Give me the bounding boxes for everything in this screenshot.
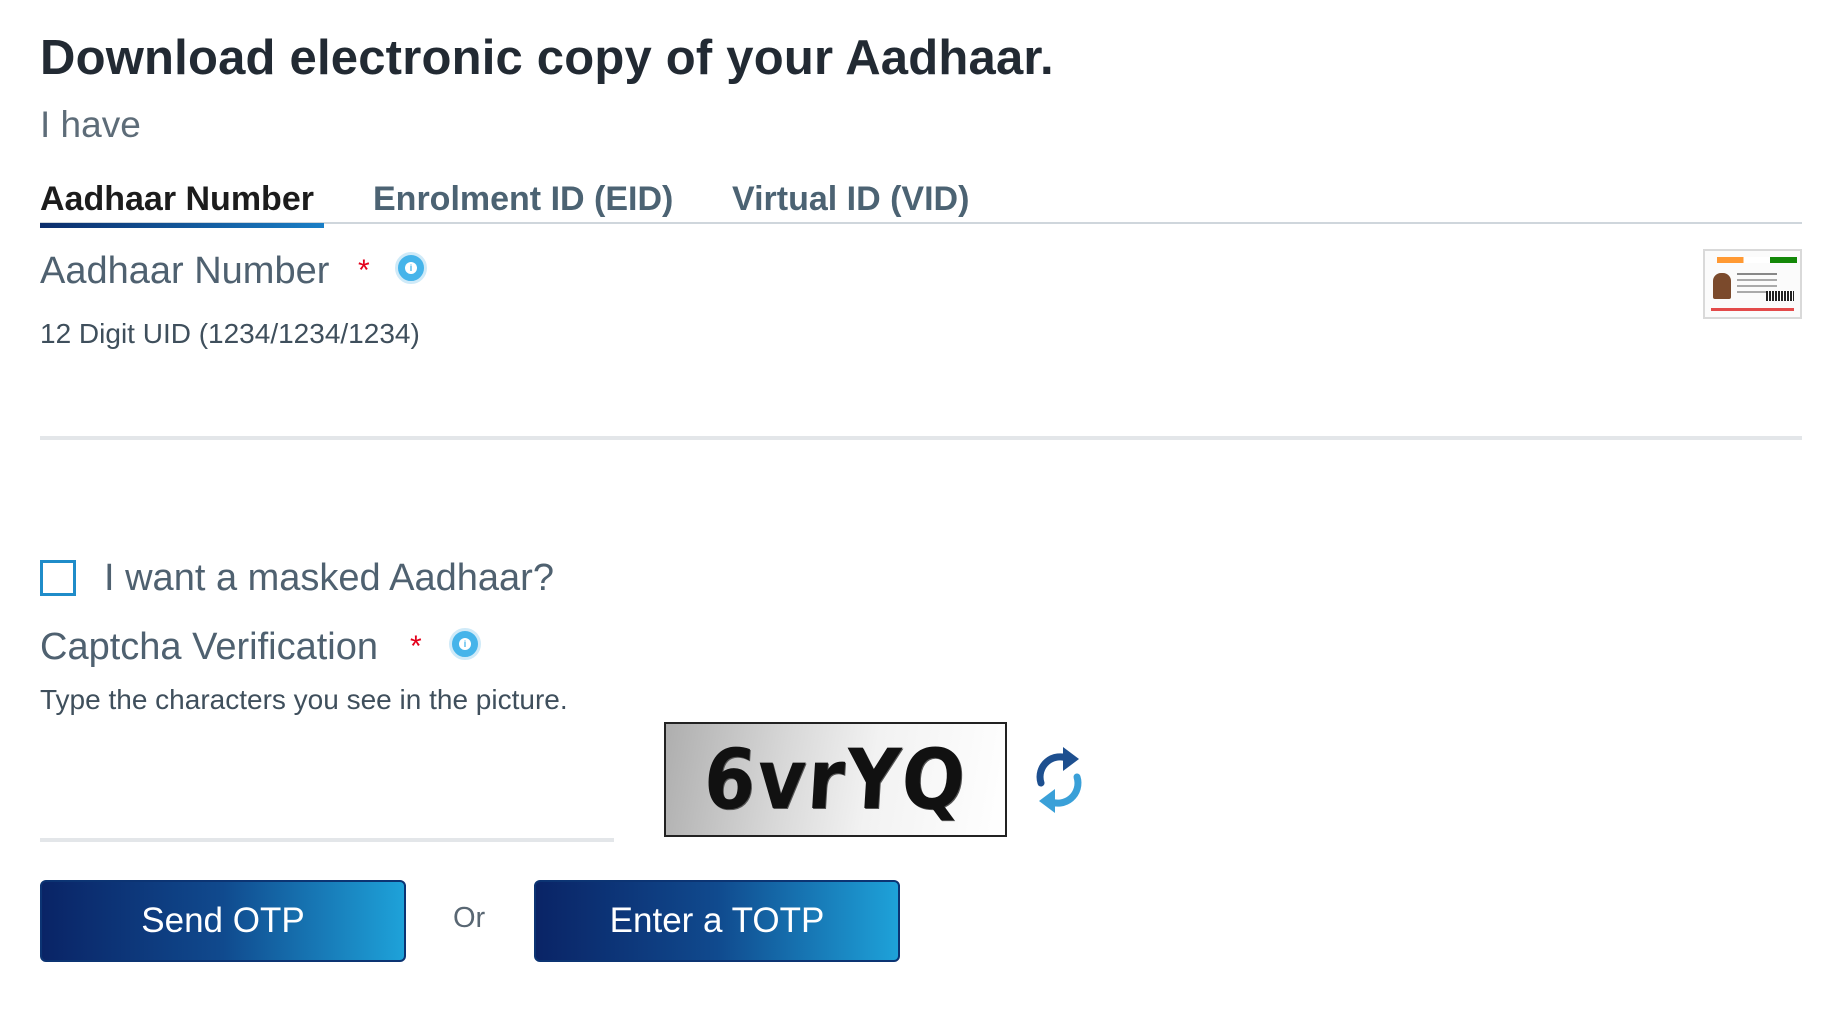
info-icon[interactable]: i <box>449 628 481 660</box>
aadhaar-number-label: Aadhaar Number <box>40 250 330 292</box>
captcha-label: Captcha Verification <box>40 626 378 668</box>
refresh-icon[interactable] <box>1029 743 1089 817</box>
captcha-input[interactable] <box>40 730 614 842</box>
page-subtitle: I have <box>40 104 141 145</box>
id-type-tabs: Aadhaar Number Enrolment ID (EID) Virtua… <box>40 176 1802 228</box>
aadhaar-number-input[interactable] <box>40 320 1802 440</box>
captcha-hint: Type the characters you see in the pictu… <box>40 684 568 715</box>
required-marker: * <box>410 630 422 663</box>
or-separator: Or <box>453 902 486 934</box>
required-marker: * <box>358 254 370 287</box>
captcha-image: 6vrYQ <box>664 722 1007 837</box>
tab-enrolment-id[interactable]: Enrolment ID (EID) <box>373 180 673 224</box>
page-title: Download electronic copy of your Aadhaar… <box>40 31 1054 85</box>
masked-aadhaar-checkbox[interactable] <box>40 560 76 596</box>
send-otp-button[interactable]: Send OTP <box>40 880 406 962</box>
enter-totp-button[interactable]: Enter a TOTP <box>534 880 900 962</box>
tab-aadhaar-number[interactable]: Aadhaar Number <box>40 180 324 228</box>
masked-aadhaar-label: I want a masked Aadhaar? <box>104 556 554 599</box>
masked-aadhaar-option[interactable]: I want a masked Aadhaar? <box>40 556 554 600</box>
tab-virtual-id[interactable]: Virtual ID (VID) <box>732 180 969 224</box>
captcha-text: 6vrYQ <box>701 731 970 828</box>
info-icon[interactable]: i <box>395 252 427 284</box>
aadhaar-card-icon <box>1703 249 1802 319</box>
